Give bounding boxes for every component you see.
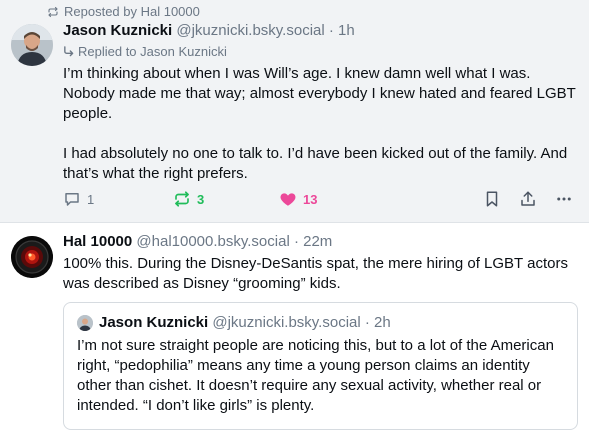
author-name[interactable]: Hal 10000 [63,233,132,250]
avatar[interactable] [11,24,53,66]
quoted-post-text: I’m not sure straight people are noticin… [77,337,554,414]
more-icon [557,197,571,201]
avatar [77,314,93,331]
post-header: Jason Kuznicki @jkuznicki.bsky.social · … [63,22,355,39]
reply-count: 1 [87,191,95,207]
time-separator: · [324,22,339,39]
reply-arrow-icon [64,46,74,57]
quoted-author-handle: @jkuznicki.bsky.social [212,314,361,331]
quoted-post-header: Jason Kuznicki @jkuznicki.bsky.social · … [77,314,391,331]
author-handle[interactable]: @jkuznicki.bsky.social [176,22,324,39]
bookmark-icon [486,191,498,207]
share-icon [521,191,535,206]
share-button[interactable] [519,190,537,208]
quoted-post-time: 2h [374,314,391,331]
repost-icon [175,191,189,207]
post-paragraph: I had absolutely no one to talk to. I’d … [63,145,568,182]
post-time[interactable]: 1h [338,22,355,39]
quoted-author-name: Jason Kuznicki [99,314,209,331]
reply-button[interactable]: 1 [63,190,94,208]
avatar[interactable] [11,236,53,278]
repost-icon [48,6,58,17]
bookmark-button[interactable] [483,190,501,208]
like-button[interactable]: 13 [279,190,317,208]
like-count: 13 [303,191,318,207]
reply-context-label: Replied to Jason Kuznicki [78,44,227,59]
time-separator: · [360,314,375,331]
reply-icon [65,193,79,206]
repost-label: Reposted by Hal 10000 [64,4,200,19]
author-handle[interactable]: @hal10000.bsky.social [136,233,289,250]
more-options-button[interactable] [555,190,573,208]
repost-indicator[interactable]: Reposted by Hal 10000 [47,4,200,19]
post-quote[interactable]: Hal 10000 @hal10000.bsky.social · 22m 10… [0,224,589,440]
heart-icon [280,193,296,206]
post-actions: 1 3 13 [63,190,578,212]
repost-count: 3 [197,191,205,207]
repost-button[interactable]: 3 [173,190,204,208]
time-separator: · [289,233,304,250]
post-reposted[interactable]: Reposted by Hal 10000 Jason Kuznicki @jk… [0,0,589,223]
post-text: 100% this. During the Disney-DeSantis sp… [63,255,568,292]
reply-context[interactable]: Replied to Jason Kuznicki [63,44,227,59]
post-paragraph: I’m thinking about when I was Will’s age… [63,65,576,122]
post-text: I’m thinking about when I was Will’s age… [63,64,578,184]
quoted-post[interactable]: Jason Kuznicki @jkuznicki.bsky.social · … [63,302,578,430]
post-time[interactable]: 22m [303,233,332,250]
author-name[interactable]: Jason Kuznicki [63,22,172,39]
post-header: Hal 10000 @hal10000.bsky.social · 22m [63,233,332,250]
